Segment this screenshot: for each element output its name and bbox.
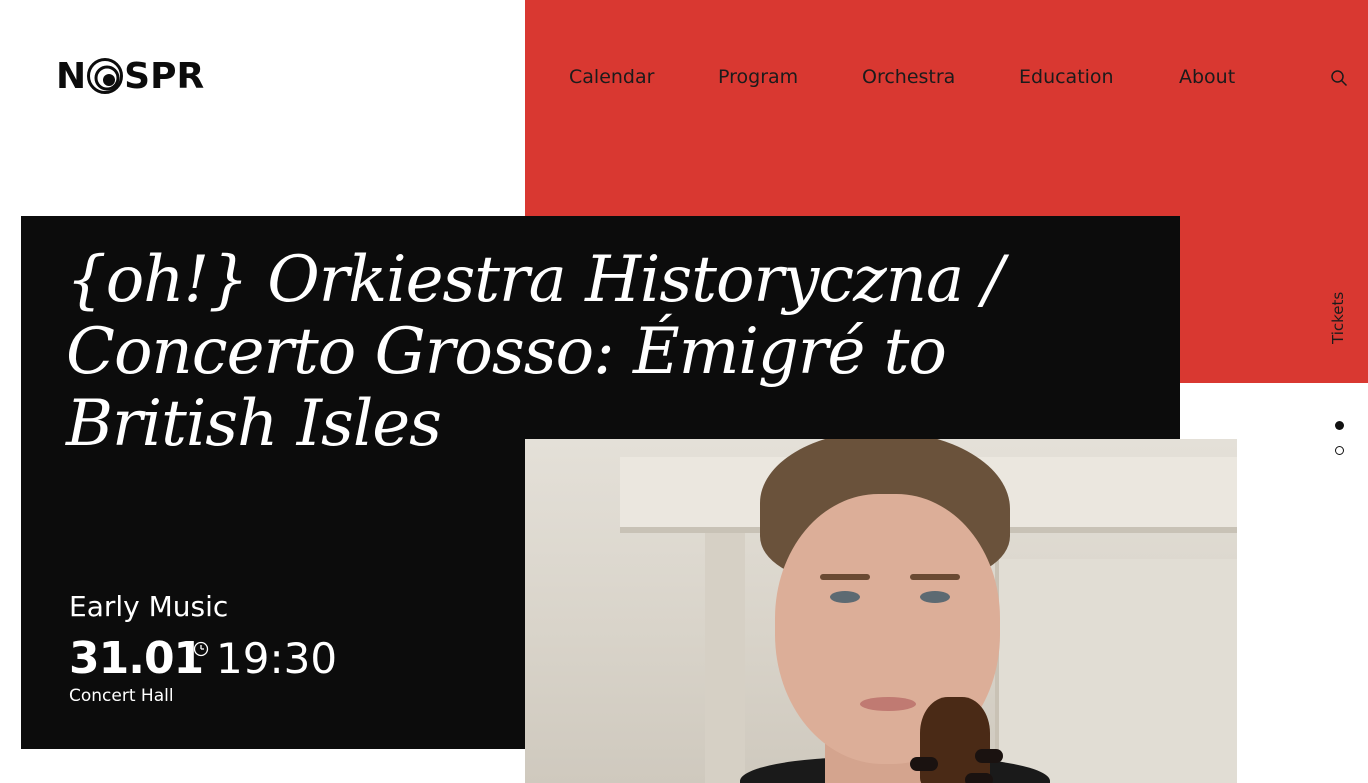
logo-text-right: SPR [124,55,205,97]
hero-photo-violinist [525,439,1237,783]
nav-item-program[interactable]: Program [718,66,798,88]
event-time: 19:30 [216,634,338,683]
clock-icon [193,641,209,657]
slider-dot-1[interactable] [1335,421,1344,430]
logo-sound-rings-icon [87,58,124,94]
event-title[interactable]: {oh!} Orkiestra Historyczna / Concerto G… [66,244,1026,460]
tickets-link[interactable]: Tickets [1329,292,1347,344]
logo-text-left: N [56,55,87,97]
nav-item-calendar[interactable]: Calendar [569,66,654,88]
search-icon[interactable] [1330,69,1348,87]
nav-item-education[interactable]: Education [1019,66,1114,88]
nav-item-about[interactable]: About [1179,66,1235,88]
nospr-logo[interactable]: N SPR [56,55,205,97]
event-venue: Concert Hall [69,686,174,706]
event-genre: Early Music [69,590,229,623]
slider-dot-2[interactable] [1335,446,1344,455]
event-date: 31.01 [69,633,204,684]
nav-item-orchestra[interactable]: Orchestra [862,66,955,88]
